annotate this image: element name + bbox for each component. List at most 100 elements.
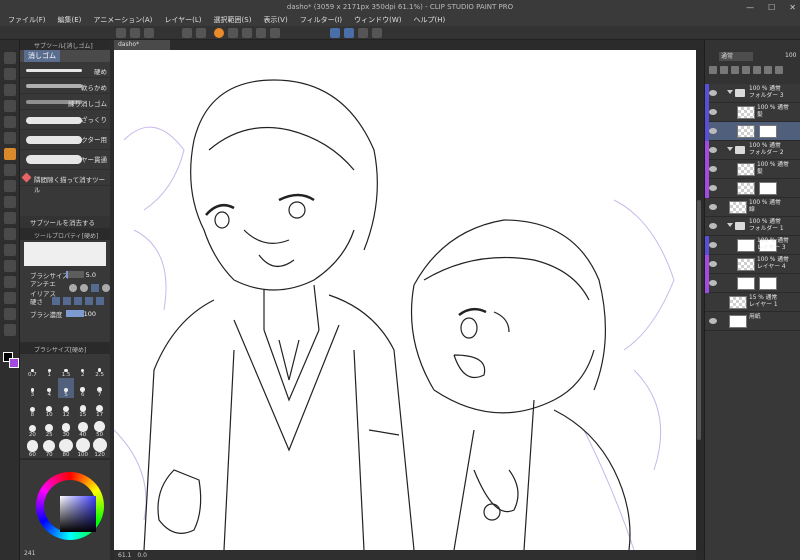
brush-size-preset[interactable]: 12 [58,398,75,418]
delete-subtool-button[interactable]: サブツールを消去する [20,216,110,228]
layer-row[interactable] [705,179,800,198]
brush-size-preset[interactable]: 10 [41,398,58,418]
layer-row[interactable]: 100 % 通常 フォルダー 2 [705,141,800,160]
antialias-strong-option[interactable] [102,283,110,292]
sub-color-swatch[interactable] [9,358,19,368]
brush-size-preset[interactable]: 2 [74,358,91,378]
document-tab[interactable]: dasho* [114,40,170,50]
open-icon[interactable] [130,28,140,38]
visibility-eye-icon[interactable] [709,90,717,96]
brush-size-preset[interactable]: 7 [91,378,108,398]
layer-row[interactable]: 100 % 通常髪 [705,160,800,179]
menu-edit[interactable]: 編集(E) [58,15,82,25]
subtool-item-gap-erase[interactable]: 隣間隙く描って消すツール [20,170,110,194]
visibility-eye-icon[interactable] [709,109,717,115]
subtool-item-rough[interactable]: ざっくり [20,110,110,130]
brush-size-preset[interactable]: 50 [91,418,108,438]
snap-grid-icon[interactable] [344,28,354,38]
fill-icon[interactable] [242,28,252,38]
reference-icon[interactable] [720,66,728,74]
menu-filter[interactable]: フィルター(I) [300,15,342,25]
folder-toggle-icon[interactable] [727,223,733,227]
palette-color-icon[interactable] [775,66,783,74]
settings-icon[interactable] [372,28,382,38]
decoration-tool-icon[interactable] [4,228,16,240]
layer-row[interactable]: 100 % 通常 レイヤー 3 [705,236,800,255]
snap-perspective-icon[interactable] [358,28,368,38]
balloon-tool-icon[interactable] [4,324,16,336]
layer-opacity-value[interactable]: 100 [785,52,796,59]
move-tool-icon[interactable] [4,68,16,80]
layer-row[interactable] [705,122,800,141]
layer-row[interactable]: 15 % 通常 レイヤー 1 [705,293,800,312]
menu-view[interactable]: 表示(V) [263,15,287,25]
brush-size-preset[interactable]: 3 [24,378,41,398]
subtool-item-through-layer[interactable]: レイヤー貫通 [20,150,110,170]
antialias-row[interactable]: アンチエイリアス [20,280,110,298]
layer-row[interactable]: 100 % 通常 フォルダー 3 [705,84,800,103]
pencil-tool-icon[interactable] [4,180,16,192]
antialias-weak-option[interactable] [80,283,88,292]
lasso-tool-icon[interactable] [4,116,16,128]
visibility-eye-icon[interactable] [709,318,717,324]
hardness-row[interactable]: 硬さ [20,294,110,307]
brush-size-preset[interactable]: 15 [74,398,91,418]
blend-mode-select[interactable]: 通常 [719,52,753,61]
saturation-value-square[interactable] [60,496,96,532]
close-button[interactable]: ✕ [789,3,796,12]
menu-layer[interactable]: レイヤー(L) [164,15,201,25]
subtool-group-tab[interactable]: 消しゴム [24,50,60,62]
brush-density-row[interactable]: ブラシ濃度 100 [20,307,110,320]
text-tool-icon[interactable] [4,308,16,320]
layer-row[interactable]: 100 % 通常 フォルダー 1 [705,217,800,236]
layer-row[interactable] [705,274,800,293]
zoom-tool-icon[interactable] [4,52,16,64]
clear-icon[interactable] [214,28,224,38]
new-canvas-icon[interactable] [116,28,126,38]
canvas-vertical-scrollbar[interactable] [696,50,702,550]
menu-selection[interactable]: 選択範囲(S) [214,15,252,25]
brush-size-preset[interactable]: 120 [91,438,108,458]
brush-size-preset[interactable]: 6 [74,378,91,398]
brush-size-preset[interactable]: 17 [91,398,108,418]
brush-size-preset[interactable]: 0.7 [24,358,41,378]
brush-density-value[interactable]: 100 [84,310,96,318]
brush-size-preset[interactable]: 40 [74,418,91,438]
maximize-button[interactable]: ☐ [768,3,775,12]
brush-size-preset[interactable]: 60 [24,438,41,458]
ruler-icon[interactable] [764,66,772,74]
brush-size-value[interactable]: 5.0 [86,271,96,279]
brush-size-preset[interactable]: 20 [24,418,41,438]
minimize-button[interactable]: — [746,3,754,12]
subtool-item-kneaded[interactable]: 練り消しゴム [20,94,110,110]
undo-icon[interactable] [182,28,192,38]
visibility-eye-icon[interactable] [709,128,717,134]
mask-icon[interactable] [753,66,761,74]
brush-size-preset[interactable]: 8 [24,398,41,418]
brush-size-preset[interactable]: 1 [41,358,58,378]
antialias-mid-option[interactable] [91,283,99,292]
hardness-step[interactable] [63,296,71,305]
brush-size-preset[interactable]: 80 [58,438,75,458]
hardness-step[interactable] [52,296,60,305]
visibility-eye-icon[interactable] [709,166,717,172]
menu-help[interactable]: ヘルプ(H) [413,15,445,25]
fill-tool-icon[interactable] [4,260,16,272]
clip-icon[interactable] [709,66,717,74]
transform-icon[interactable] [256,28,266,38]
hardness-step[interactable] [74,296,82,305]
figure-tool-icon[interactable] [4,292,16,304]
hardness-step[interactable] [85,296,93,305]
visibility-eye-icon[interactable] [709,242,717,248]
hue-ring[interactable] [36,472,104,540]
eraser-tool-icon[interactable] [4,148,16,160]
lock-icon[interactable] [731,66,739,74]
folder-toggle-icon[interactable] [727,147,733,151]
layer-row[interactable]: 100 % 通常線 [705,198,800,217]
snap-ruler-icon[interactable] [330,28,340,38]
menu-window[interactable]: ウィンドウ(W) [354,15,401,25]
brush-size-preset[interactable]: 100 [74,438,91,458]
airbrush-tool-icon[interactable] [4,212,16,224]
brush-tool-icon[interactable] [4,196,16,208]
brush-size-preset[interactable]: 4 [41,378,58,398]
